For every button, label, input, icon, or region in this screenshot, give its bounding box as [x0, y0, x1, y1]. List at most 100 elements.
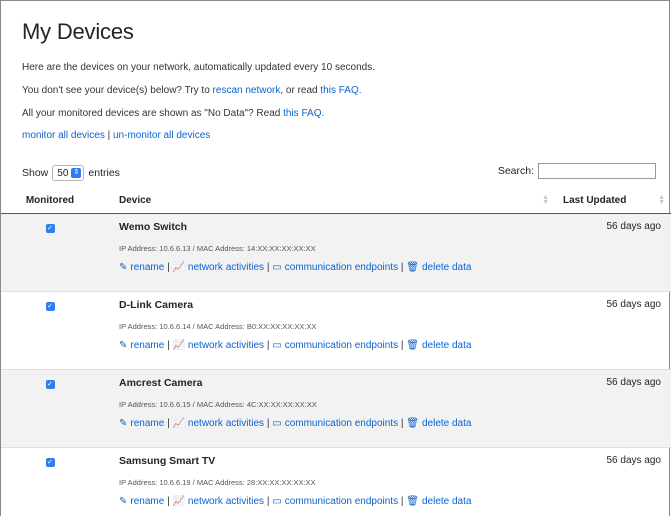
device-cell: Samsung Smart TV IP Address: 10.6.6.19 /… [99, 448, 555, 525]
select-stepper-icon: ⇕ [71, 168, 81, 178]
rescan-network-link[interactable]: rescan network [213, 85, 281, 96]
faq-link-2[interactable]: this FAQ. [283, 108, 324, 119]
page-title: My Devices [22, 19, 134, 45]
communication-endpoints-link[interactable]: ▭communication endpoints [272, 418, 398, 429]
device-name: Amcrest Camera [119, 377, 555, 389]
network-activities-link[interactable]: 📈network activities [172, 418, 264, 429]
delete-data-link[interactable]: 🗑delete data [406, 496, 471, 507]
separator: | [167, 496, 170, 507]
no-data-text: All your monitored devices are shown as … [22, 108, 324, 119]
table-row: ✓ Wemo Switch IP Address: 10.6.6.13 / MA… [1, 214, 671, 292]
monitor-icon: ▭ [272, 262, 281, 273]
edit-icon: ✎ [119, 418, 127, 429]
page-frame: My Devices Here are the devices on your … [0, 0, 670, 516]
delete-data-link[interactable]: 🗑delete data [406, 262, 471, 273]
last-updated-cell: 56 days ago [555, 370, 671, 448]
separator: | [167, 262, 170, 273]
header-monitored[interactable]: Monitored [1, 187, 99, 214]
separator: | [267, 496, 270, 507]
separator: | [167, 418, 170, 429]
edit-icon: ✎ [119, 496, 127, 507]
separator: | [108, 130, 111, 141]
missing-device-text: You don't see your device(s) below? Try … [22, 85, 362, 96]
header-device[interactable]: Device ▲▼ [99, 187, 555, 214]
nodata-prefix: All your monitored devices are shown as … [22, 108, 280, 119]
communication-endpoints-link[interactable]: ▭communication endpoints [272, 262, 398, 273]
sort-icon: ▲▼ [542, 195, 549, 205]
monitored-checkbox[interactable]: ✓ [46, 458, 55, 467]
monitor-controls: monitor all devices | un-monitor all dev… [22, 130, 210, 141]
last-updated-cell: 56 days ago [555, 214, 671, 292]
entries-select[interactable]: 50 ⇕ [52, 165, 84, 181]
network-activities-link[interactable]: 📈network activities [172, 340, 264, 351]
sort-icon: ▲▼ [658, 195, 665, 205]
monitored-cell: ✓ [1, 448, 99, 525]
device-cell: Wemo Switch IP Address: 10.6.6.13 / MAC … [99, 214, 555, 292]
communication-endpoints-link[interactable]: ▭communication endpoints [272, 340, 398, 351]
devices-table: Monitored Device ▲▼ Last Updated ▲▼ ✓ We… [1, 187, 671, 525]
trash-icon: 🗑 [406, 340, 419, 351]
device-cell: D-Link Camera IP Address: 10.6.6.14 / MA… [99, 292, 555, 370]
monitored-cell: ✓ [1, 292, 99, 370]
monitored-checkbox[interactable]: ✓ [46, 380, 55, 389]
entries-control: Show 50 ⇕ entries [22, 165, 120, 181]
trash-icon: 🗑 [406, 496, 419, 507]
table-row: ✓ D-Link Camera IP Address: 10.6.6.14 / … [1, 292, 671, 370]
delete-data-link[interactable]: 🗑delete data [406, 418, 471, 429]
chart-line-icon: 📈 [172, 340, 184, 351]
monitored-cell: ✓ [1, 214, 99, 292]
rename-link[interactable]: ✎rename [119, 496, 164, 507]
table-header-row: Monitored Device ▲▼ Last Updated ▲▼ [1, 187, 671, 214]
search-label: Search: [498, 165, 534, 177]
entries-label: entries [88, 167, 120, 179]
monitored-cell: ✓ [1, 370, 99, 448]
intro-text: Here are the devices on your network, au… [22, 62, 375, 73]
separator: | [401, 340, 404, 351]
trash-icon: 🗑 [406, 262, 419, 273]
device-cell: Amcrest Camera IP Address: 10.6.6.15 / M… [99, 370, 555, 448]
monitor-icon: ▭ [272, 418, 281, 429]
rename-link[interactable]: ✎rename [119, 340, 164, 351]
missing-prefix: You don't see your device(s) below? Try … [22, 85, 210, 96]
last-updated-cell: 56 days ago [555, 448, 671, 525]
separator: | [401, 496, 404, 507]
separator: | [267, 418, 270, 429]
last-updated-cell: 56 days ago [555, 292, 671, 370]
monitored-checkbox[interactable]: ✓ [46, 224, 55, 233]
show-label: Show [22, 167, 48, 179]
device-address: IP Address: 10.6.6.13 / MAC Address: 14:… [119, 244, 555, 253]
device-name: Samsung Smart TV [119, 455, 555, 467]
network-activities-link[interactable]: 📈network activities [172, 262, 264, 273]
rename-link[interactable]: ✎rename [119, 418, 164, 429]
separator: | [167, 340, 170, 351]
rename-link[interactable]: ✎rename [119, 262, 164, 273]
header-last-updated[interactable]: Last Updated ▲▼ [555, 187, 671, 214]
unmonitor-all-link[interactable]: un-monitor all devices [113, 130, 210, 141]
device-name: D-Link Camera [119, 299, 555, 311]
separator: | [401, 262, 404, 273]
device-name: Wemo Switch [119, 221, 555, 233]
device-actions: ✎rename | 📈network activities | ▭communi… [119, 340, 555, 351]
device-address: IP Address: 10.6.6.19 / MAC Address: 28:… [119, 478, 555, 487]
chart-line-icon: 📈 [172, 262, 184, 273]
device-actions: ✎rename | 📈network activities | ▭communi… [119, 496, 555, 507]
network-activities-link[interactable]: 📈network activities [172, 496, 264, 507]
monitored-checkbox[interactable]: ✓ [46, 302, 55, 311]
edit-icon: ✎ [119, 340, 127, 351]
faq-link-1[interactable]: this FAQ. [320, 85, 361, 96]
chart-line-icon: 📈 [172, 496, 184, 507]
device-actions: ✎rename | 📈network activities | ▭communi… [119, 418, 555, 429]
trash-icon: 🗑 [406, 418, 419, 429]
table-row: ✓ Samsung Smart TV IP Address: 10.6.6.19… [1, 448, 671, 525]
monitor-all-link[interactable]: monitor all devices [22, 130, 105, 141]
entries-value: 50 [57, 168, 68, 179]
device-address: IP Address: 10.6.6.15 / MAC Address: 4C:… [119, 400, 555, 409]
table-row: ✓ Amcrest Camera IP Address: 10.6.6.15 /… [1, 370, 671, 448]
search-input[interactable] [538, 163, 656, 179]
chart-line-icon: 📈 [172, 418, 184, 429]
missing-mid: , or read [280, 85, 317, 96]
separator: | [401, 418, 404, 429]
communication-endpoints-link[interactable]: ▭communication endpoints [272, 496, 398, 507]
delete-data-link[interactable]: 🗑delete data [406, 340, 471, 351]
edit-icon: ✎ [119, 262, 127, 273]
